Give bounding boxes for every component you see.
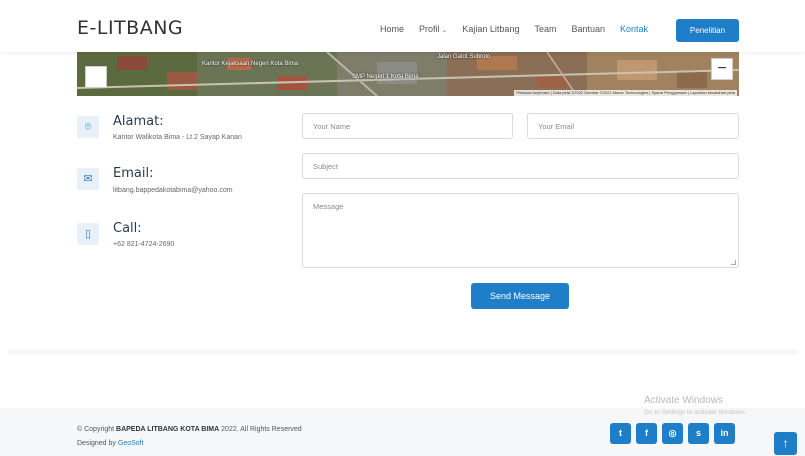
address-text: Kantor Walikota Bima - Lt.2 Sayap Kanan <box>113 134 242 141</box>
nav-home[interactable]: Home <box>380 24 404 34</box>
map-zoom-out-button[interactable]: − <box>711 58 733 80</box>
nav-kontak[interactable]: Kontak <box>620 24 648 34</box>
back-to-top-button[interactable]: ↑ <box>774 432 797 455</box>
call-title: Call: <box>113 221 142 236</box>
send-message-button[interactable]: Send Message <box>471 283 569 309</box>
envelope-icon: ✉ <box>77 168 99 190</box>
facebook-icon[interactable]: f <box>636 423 657 444</box>
nav-bantuan[interactable]: Bantuan <box>571 24 605 34</box>
site-logo[interactable]: E-LITBANG <box>77 17 183 39</box>
resize-handle-icon[interactable] <box>731 260 736 265</box>
instagram-icon[interactable]: ◎ <box>662 423 683 444</box>
designer-link[interactable]: GeoSoft <box>118 440 144 447</box>
twitter-icon[interactable]: t <box>610 423 631 444</box>
chevron-down-icon: ⌄ <box>441 27 448 34</box>
message-textarea[interactable]: Message <box>302 193 739 268</box>
map-attribution: Pintasan keyboard | Data peta ©2022 Gamb… <box>514 90 737 96</box>
email-text: litbang.bappedakotabima@yahoo.com <box>113 187 233 194</box>
nav-profil-label: Profil <box>419 24 440 34</box>
skype-icon[interactable]: s <box>688 423 709 444</box>
copyright-prefix: © Copyright <box>77 426 115 433</box>
nav-kajian-litbang[interactable]: Kajian Litbang <box>462 24 519 34</box>
map-label: Kantor Kejaksaan Negeri Kota Bima <box>202 61 299 67</box>
copyright-suffix: 2022. All Rights Reserved <box>221 426 302 433</box>
penelitian-button[interactable]: Penelitian <box>676 19 739 42</box>
location-map[interactable]: Kantor Kejaksaan Negeri Kota Bima Jalan … <box>77 52 739 96</box>
map-label: SMP Negeri 1 Kota Bima <box>352 74 419 80</box>
nav-team[interactable]: Team <box>534 24 556 34</box>
page: E-LITBANG Home Profil ⌄ Kajian Litbang Te… <box>0 0 805 456</box>
map-label: Jalan Gatot Subroto <box>437 54 491 60</box>
activate-windows-title: Activate Windows <box>644 395 723 406</box>
section-divider <box>8 349 797 355</box>
phone-icon: ▯ <box>77 223 99 245</box>
map-marker-icon: ⌾ <box>77 116 99 138</box>
copyright-text: © Copyright BAPEDA LITBANG KOTA BIMA 202… <box>77 426 302 433</box>
copyright-org: BAPEDA LITBANG KOTA BIMA <box>116 426 220 433</box>
email-title: Email: <box>113 166 154 181</box>
designed-by-text: Designed by GeoSoft <box>77 440 144 447</box>
designed-prefix: Designed by <box>77 440 116 447</box>
nav-profil[interactable]: Profil ⌄ <box>419 24 447 34</box>
activate-windows-subtitle: Go to Settings to activate Windows. <box>644 409 747 416</box>
call-text: +62 821-4724-2690 <box>113 241 175 248</box>
email-input[interactable]: Your Email <box>527 113 739 139</box>
address-title: Alamat: <box>113 114 164 129</box>
subject-input[interactable]: Subject <box>302 153 739 179</box>
message-placeholder: Message <box>313 202 344 211</box>
main-nav: Home Profil ⌄ Kajian Litbang Team Bantuan… <box>380 24 663 34</box>
map-fullscreen-button[interactable] <box>85 66 107 88</box>
site-header: E-LITBANG Home Profil ⌄ Kajian Litbang Te… <box>0 0 805 52</box>
linkedin-icon[interactable]: in <box>714 423 735 444</box>
name-input[interactable]: Your Name <box>302 113 513 139</box>
